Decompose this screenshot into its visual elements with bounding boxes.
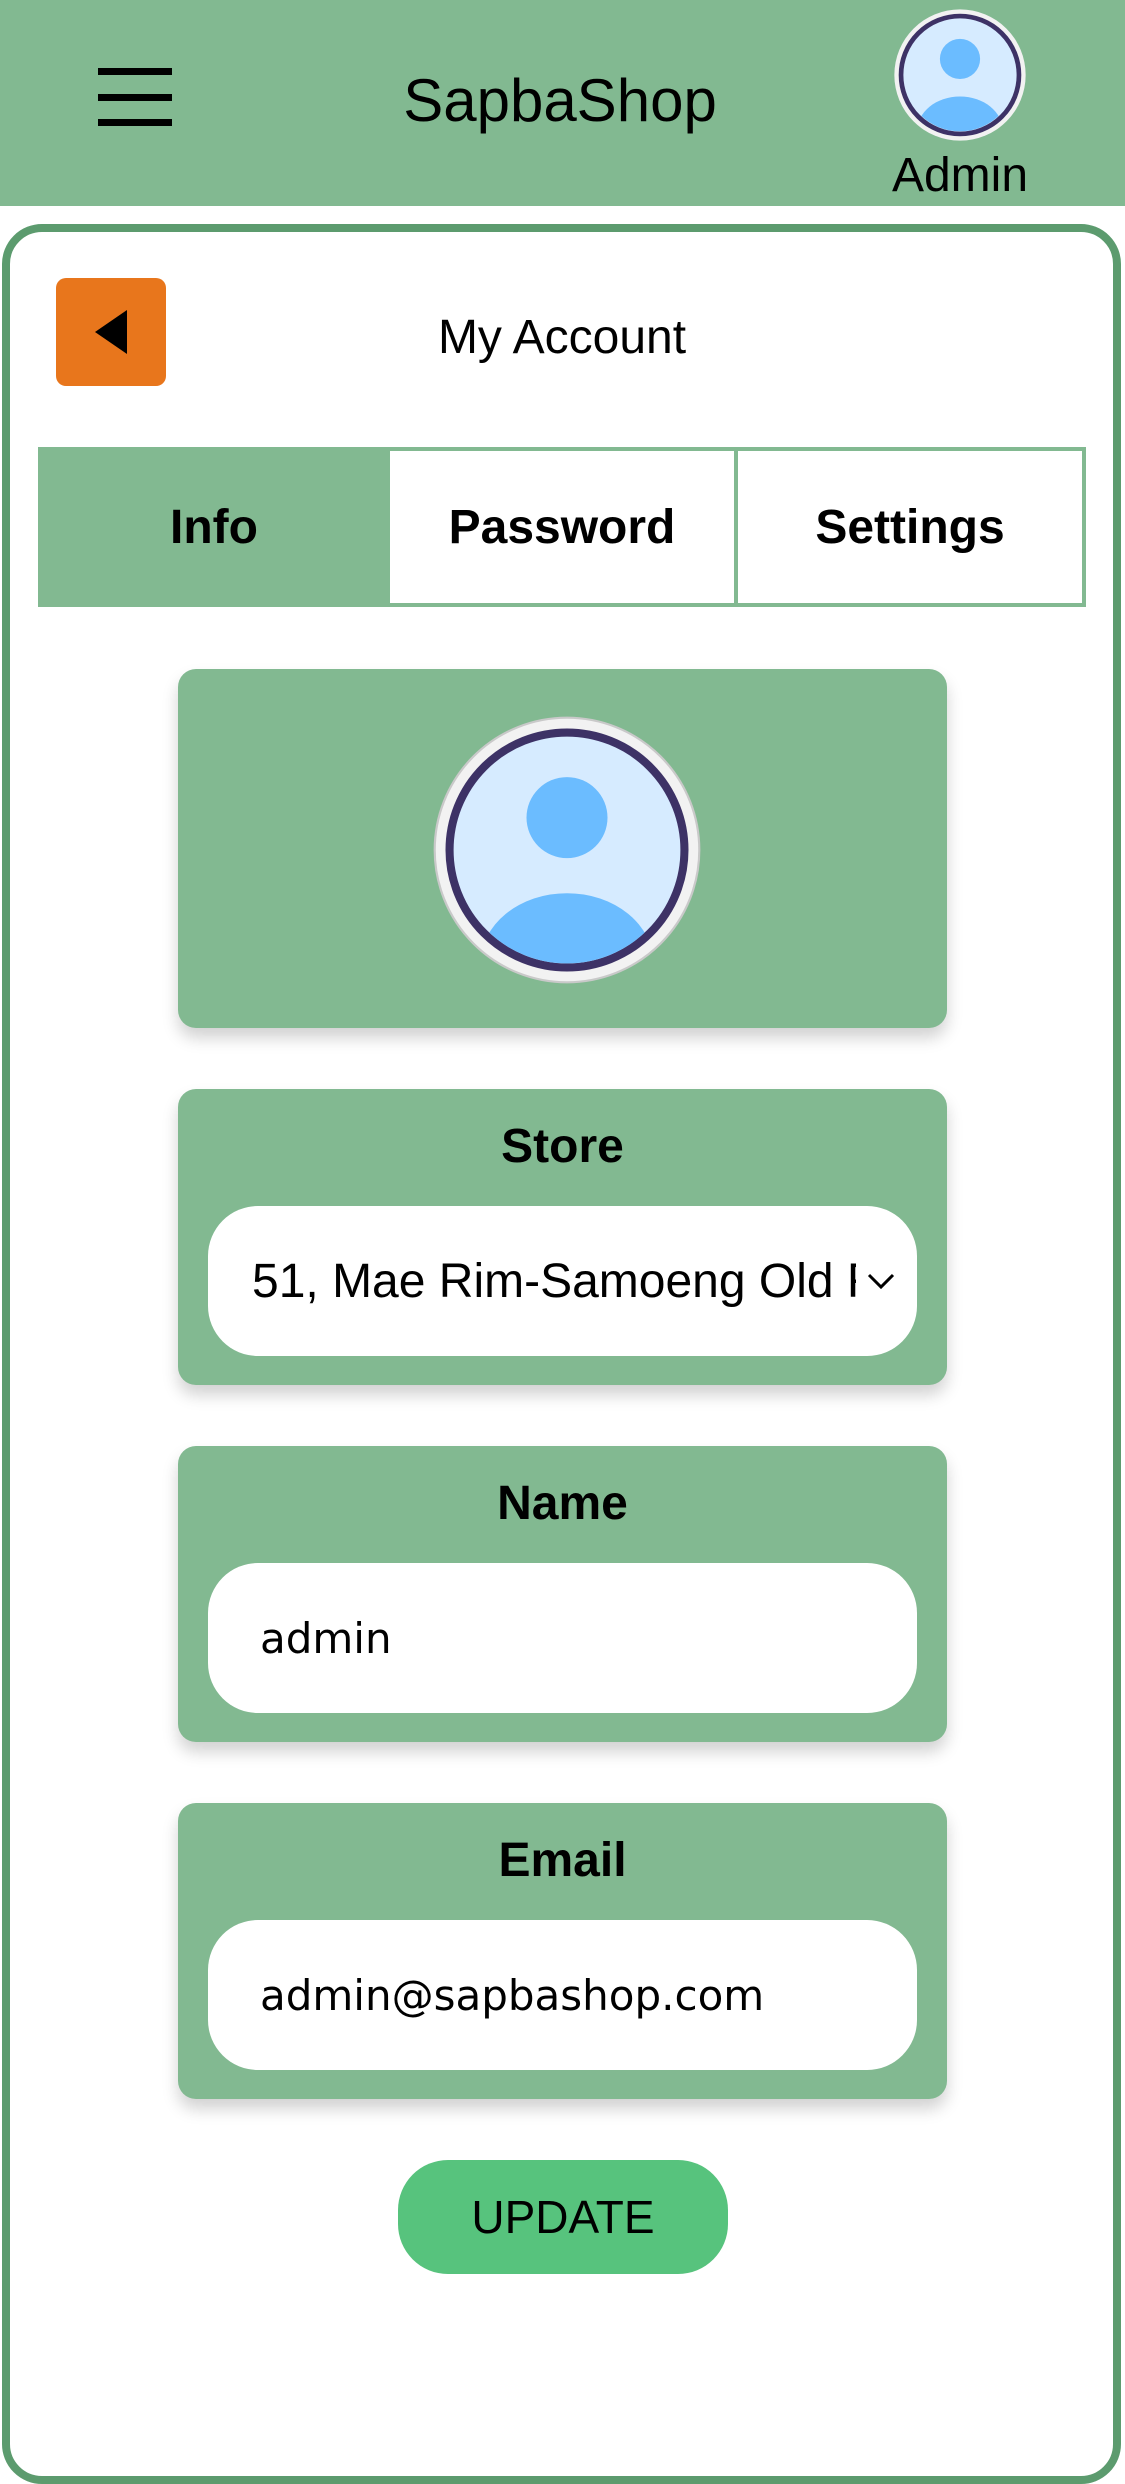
name-field-box [208,1563,917,1713]
name-label: Name [497,1477,628,1530]
menu-line [98,68,172,75]
name-field-panel: Name [178,1446,947,1742]
user-avatar-icon[interactable] [893,8,1027,142]
menu-line [98,119,172,126]
app-title: SapbaShop [403,67,717,134]
profile-avatar-icon[interactable] [432,715,702,985]
tab-settings[interactable]: Settings [734,451,1082,603]
profile-photo-panel [178,669,947,1028]
store-select-value: 51, Mae Rim-Samoeng Old Rd [252,1255,856,1308]
chevron-down-icon [866,1270,896,1292]
tab-info[interactable]: Info [42,451,386,603]
update-button[interactable]: UPDATE [398,2160,728,2274]
top-app-bar: SapbaShop Admin [0,0,1125,206]
back-button[interactable] [56,278,166,386]
name-input[interactable] [260,1563,890,1713]
tab-password[interactable]: Password [386,451,734,603]
user-name-label: Admin [891,149,1029,202]
account-tabs: Info Password Settings [38,447,1086,607]
back-arrow-icon [95,310,127,354]
store-field-panel: Store 51, Mae Rim-Samoeng Old Rd [178,1089,947,1385]
email-field-panel: Email [178,1803,947,2099]
store-label: Store [501,1120,624,1173]
menu-line [98,93,172,101]
email-label: Email [498,1834,627,1887]
email-field-box [208,1920,917,2070]
hamburger-menu-icon[interactable] [98,68,172,126]
store-select[interactable]: 51, Mae Rim-Samoeng Old Rd [208,1206,917,1356]
email-input[interactable] [260,1920,890,2070]
page-title: My Account [437,311,687,364]
